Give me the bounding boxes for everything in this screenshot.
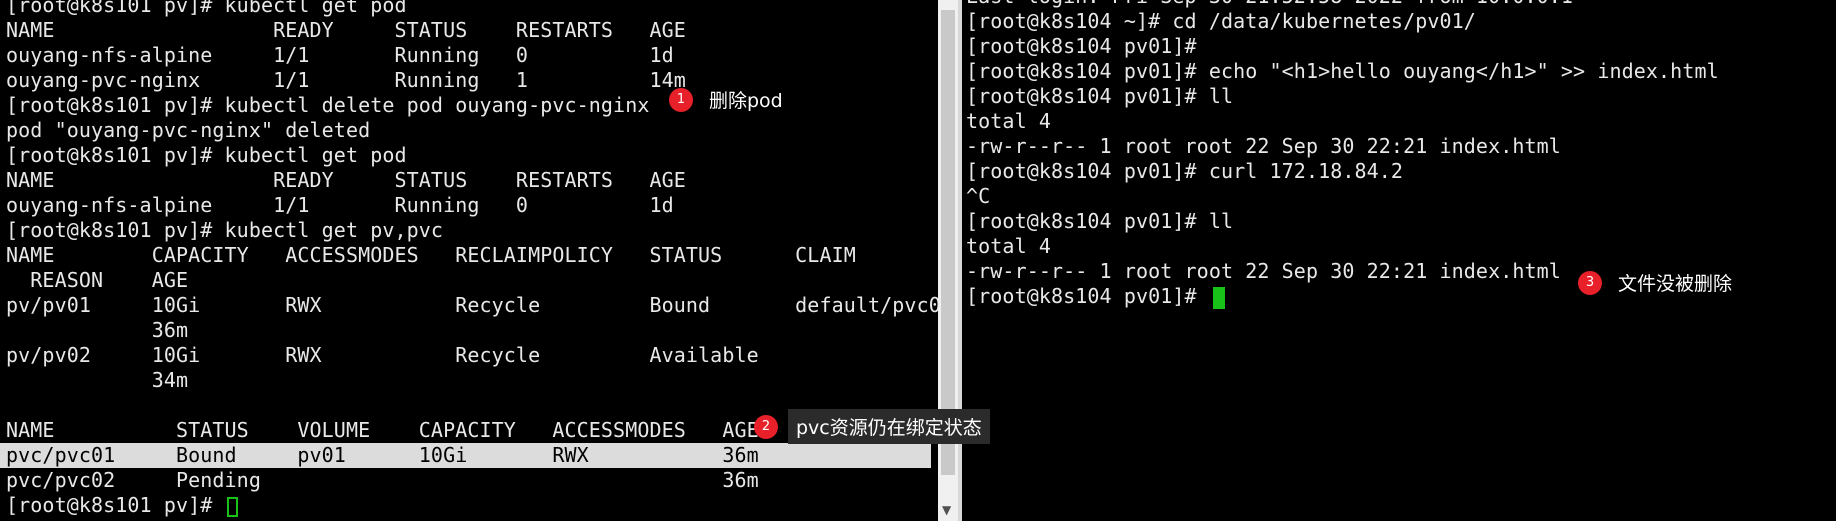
- terminal-line: [root@k8s104 pv01]# ll: [966, 84, 1234, 108]
- annotation-3: 3 文件没被删除: [1578, 269, 1732, 296]
- annotation-text: 删除pod: [709, 90, 783, 112]
- terminal-line: pod "ouyang-pvc-nginx" deleted: [6, 118, 371, 142]
- right-terminal[interactable]: Last login: Fri Sep 30 21:52:58 2022 fro…: [962, 0, 1836, 521]
- terminal-line: NAME READY STATUS RESTARTS AGE: [6, 168, 686, 192]
- terminal-line: NAME CAPACITY ACCESSMODES RECLAIMPOLICY …: [6, 243, 856, 267]
- terminal-line: total 4: [966, 109, 1051, 133]
- terminal-line: Last login: Fri Sep 30 21:52:58 2022 fro…: [966, 0, 1719, 9]
- right-terminal-output: Last login: Fri Sep 30 21:52:58 2022 fro…: [966, 0, 1719, 309]
- terminal-line: [root@k8s104 ~]# cd /data/kubernetes/pv0…: [966, 9, 1476, 33]
- annotation-badge: 3: [1578, 270, 1602, 295]
- terminal-line: 36m: [6, 318, 189, 342]
- terminal-line: [root@k8s101 pv]# kubectl delete pod ouy…: [6, 93, 650, 117]
- annotation-text: 文件没被删除: [1618, 273, 1733, 295]
- scrollbar-thumb[interactable]: [941, 10, 955, 475]
- terminal-line: [root@k8s101 pv]# kubectl get pod: [6, 0, 407, 17]
- terminal-line: [root@k8s104 pv01]#: [966, 34, 1197, 58]
- annotation-text: pvc资源仍在绑定状态: [788, 409, 990, 444]
- annotation-1: 1 删除pod: [669, 86, 783, 113]
- terminal-line: pv/pv02 10Gi RWX Recycle Available: [6, 343, 759, 367]
- terminal-line: [root@k8s101 pv]# kubectl get pv,pvc: [6, 218, 444, 242]
- terminal-line: pv/pv01 10Gi RWX Recycle Bound default/p…: [6, 293, 941, 317]
- terminal-line: [root@k8s104 pv01]# ll: [966, 209, 1234, 233]
- terminal-line: 34m: [6, 368, 189, 392]
- terminal-line: [root@k8s104 pv01]# echo "<h1>hello ouya…: [966, 59, 1719, 83]
- terminal-line: ouyang-pvc-nginx 1/1 Running 1 14m: [6, 68, 686, 92]
- terminal-line: -rw-r--r-- 1 root root 22 Sep 30 22:21 i…: [966, 134, 1561, 158]
- terminal-line: total 4: [966, 234, 1051, 258]
- cursor-icon: [1212, 286, 1225, 309]
- terminal-prompt-line[interactable]: [root@k8s101 pv]#: [6, 493, 941, 518]
- cursor-icon: [226, 496, 238, 517]
- prompt-text: [root@k8s101 pv]#: [6, 493, 225, 517]
- annotation-2: 2 pvc资源仍在绑定状态: [754, 409, 990, 444]
- terminal-line: REASON AGE: [6, 268, 189, 292]
- selected-terminal-line[interactable]: pvc/pvc01 Bound pv01 10Gi RWX 36m: [0, 443, 931, 468]
- terminal-line: ouyang-nfs-alpine 1/1 Running 0 1d: [6, 43, 674, 67]
- terminal-line: NAME READY STATUS RESTARTS AGE: [6, 18, 686, 42]
- annotation-badge: 1: [669, 87, 693, 112]
- terminal-line: ^C: [966, 184, 991, 208]
- terminal-line: pvc/pvc02 Pending 36m: [6, 468, 759, 492]
- terminal-line: [root@k8s104 pv01]# curl 172.18.84.2: [966, 159, 1404, 183]
- terminal-line: ouyang-nfs-alpine 1/1 Running 0 1d: [6, 193, 674, 217]
- annotation-badge: 2: [754, 414, 778, 439]
- prompt-text: [root@k8s104 pv01]#: [966, 284, 1209, 308]
- terminal-line: [root@k8s101 pv]# kubectl get pod: [6, 143, 407, 167]
- scroll-down-arrow-icon[interactable]: ▼: [942, 503, 951, 517]
